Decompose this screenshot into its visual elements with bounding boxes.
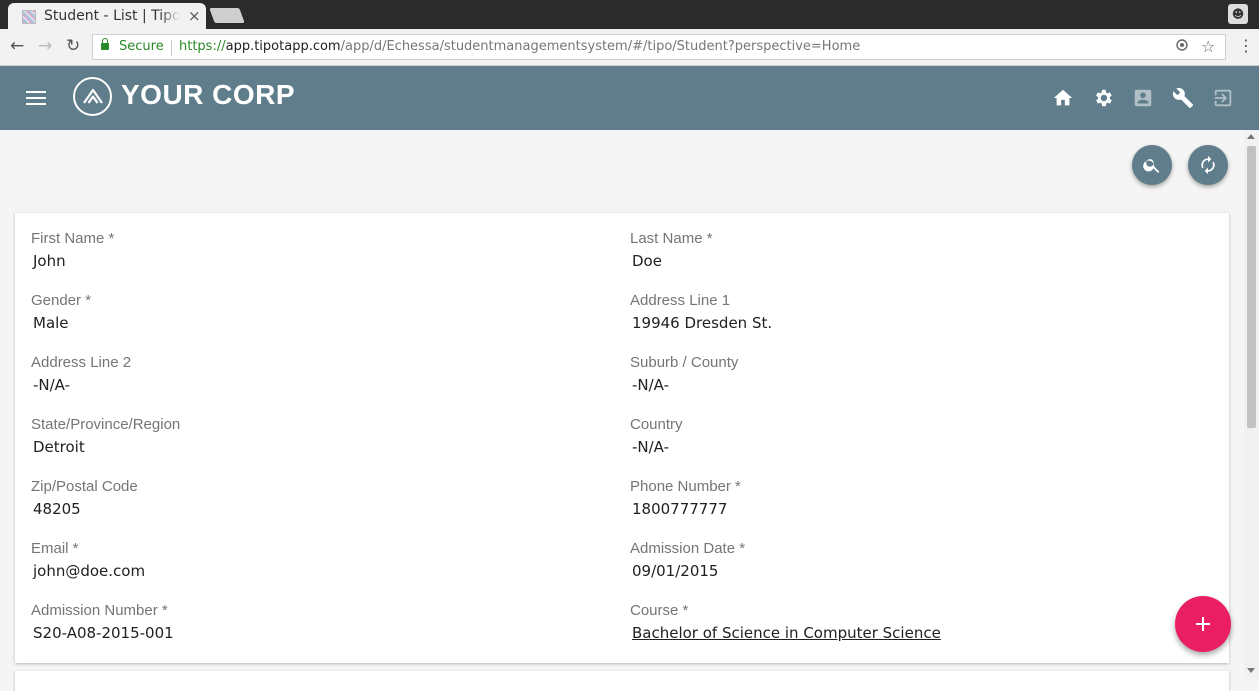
- field-value: John: [33, 252, 66, 270]
- corp-logo-icon: [73, 77, 112, 116]
- field-email: Email * john@doe.com: [31, 540, 145, 580]
- divider: [171, 40, 172, 56]
- page-scrollbar[interactable]: [1244, 130, 1259, 678]
- field-zip-postal-code: Zip/Postal Code 48205: [31, 478, 138, 518]
- url-path: /app/d/Echessa/studentmanagementsystem/#…: [340, 39, 861, 54]
- field-phone-number: Phone Number * 1800777777: [630, 478, 741, 518]
- field-value: 1800777777: [632, 500, 728, 518]
- field-suburb-county: Suburb / County -N/A-: [630, 354, 738, 394]
- field-label: Country: [630, 416, 683, 433]
- wrench-icon[interactable]: [1172, 87, 1194, 109]
- field-label: Gender *: [31, 292, 92, 309]
- refresh-button[interactable]: [1188, 145, 1228, 185]
- field-last-name: Last Name * Doe: [630, 230, 713, 270]
- new-tab-button[interactable]: [209, 8, 245, 23]
- field-value: Doe: [632, 252, 662, 270]
- field-value: -N/A-: [33, 376, 71, 394]
- home-icon[interactable]: [1052, 87, 1074, 109]
- browser-tab[interactable]: Student - List | Tipo ×: [8, 3, 206, 29]
- account-box-icon[interactable]: [1132, 87, 1154, 109]
- field-value: S20-A08-2015-001: [33, 624, 174, 642]
- field-label: Address Line 1: [630, 292, 731, 309]
- favicon-icon: [22, 10, 36, 24]
- add-button[interactable]: [1175, 596, 1231, 652]
- field-label: Suburb / County: [630, 354, 739, 371]
- field-country: Country -N/A-: [630, 416, 683, 456]
- exit-icon[interactable]: [1212, 87, 1234, 109]
- search-button[interactable]: [1132, 145, 1172, 185]
- next-record-card[interactable]: [15, 671, 1229, 691]
- field-course: Course * Bachelor of Science in Computer…: [630, 602, 941, 642]
- url-scheme: https://: [179, 39, 226, 54]
- field-label: Zip/Postal Code: [31, 478, 138, 495]
- tab-title: Student - List | Tipo: [44, 8, 180, 24]
- field-label: First Name *: [31, 230, 115, 247]
- settings-icon[interactable]: [1092, 87, 1114, 109]
- field-value: john@doe.com: [33, 562, 146, 580]
- scroll-down-icon[interactable]: [1247, 668, 1255, 673]
- field-admission-date: Admission Date * 09/01/2015: [630, 540, 745, 580]
- search-icon: [1143, 159, 1160, 173]
- course-link[interactable]: Bachelor of Science in Computer Science: [632, 624, 941, 642]
- refresh-icon: [1201, 155, 1215, 175]
- field-value: 48205: [33, 500, 81, 518]
- field-label: Admission Number *: [31, 602, 168, 619]
- scroll-thumb[interactable]: [1247, 146, 1256, 428]
- tab-close-icon[interactable]: ×: [188, 7, 201, 25]
- field-value: -N/A-: [632, 376, 670, 394]
- field-address-line-2: Address Line 2 -N/A-: [31, 354, 131, 394]
- field-label: State/Province/Region: [31, 416, 181, 433]
- brand-name: YOUR CORP: [121, 79, 296, 110]
- url-host: app.tipotapp.com: [225, 39, 341, 54]
- field-first-name: First Name * John: [31, 230, 114, 270]
- field-label: Admission Date *: [630, 540, 746, 557]
- scroll-up-icon[interactable]: [1247, 134, 1255, 139]
- browser-menu-icon[interactable]: ⋮: [1238, 36, 1254, 55]
- window-user-icon[interactable]: ☻: [1228, 4, 1248, 24]
- browser-toolbar: ← → ↻ Secure https://app.tipotapp.com/ap…: [0, 29, 1259, 66]
- field-label: Phone Number *: [630, 478, 741, 495]
- field-label: Address Line 2: [31, 354, 132, 371]
- field-label: Course *: [630, 602, 689, 619]
- browser-tab-strip: Student - List | Tipo × ☻: [0, 0, 1259, 29]
- field-value: Detroit: [33, 438, 85, 456]
- url-text[interactable]: https://app.tipotapp.com/app/d/Echessa/s…: [179, 39, 860, 54]
- field-admission-number: Admission Number * S20-A08-2015-001: [31, 602, 174, 642]
- lock-icon: [101, 38, 109, 50]
- field-value: Male: [33, 314, 69, 332]
- bookmark-star-icon[interactable]: ☆: [1201, 37, 1215, 56]
- field-address-line-1: Address Line 1 19946 Dresden St.: [630, 292, 772, 332]
- field-value: 09/01/2015: [632, 562, 719, 580]
- reload-icon[interactable]: ↻: [66, 36, 80, 56]
- field-state-province-region: State/Province/Region Detroit: [31, 416, 180, 456]
- hamburger-menu-icon[interactable]: [26, 91, 46, 105]
- back-icon[interactable]: ←: [10, 36, 24, 56]
- forward-icon[interactable]: →: [38, 36, 52, 56]
- field-label: Email *: [31, 540, 79, 557]
- field-label: Last Name *: [630, 230, 713, 247]
- address-bar[interactable]: Secure https://app.tipotapp.com/app/d/Ec…: [92, 34, 1226, 60]
- student-record-card[interactable]: First Name * John Last Name * Doe Gender…: [15, 213, 1229, 663]
- field-value: 19946 Dresden St.: [632, 314, 773, 332]
- field-value: -N/A-: [632, 438, 670, 456]
- app-header: YOUR CORP: [0, 66, 1259, 130]
- location-icon[interactable]: [1175, 38, 1189, 56]
- secure-label: Secure: [119, 39, 164, 54]
- field-gender: Gender * Male: [31, 292, 91, 332]
